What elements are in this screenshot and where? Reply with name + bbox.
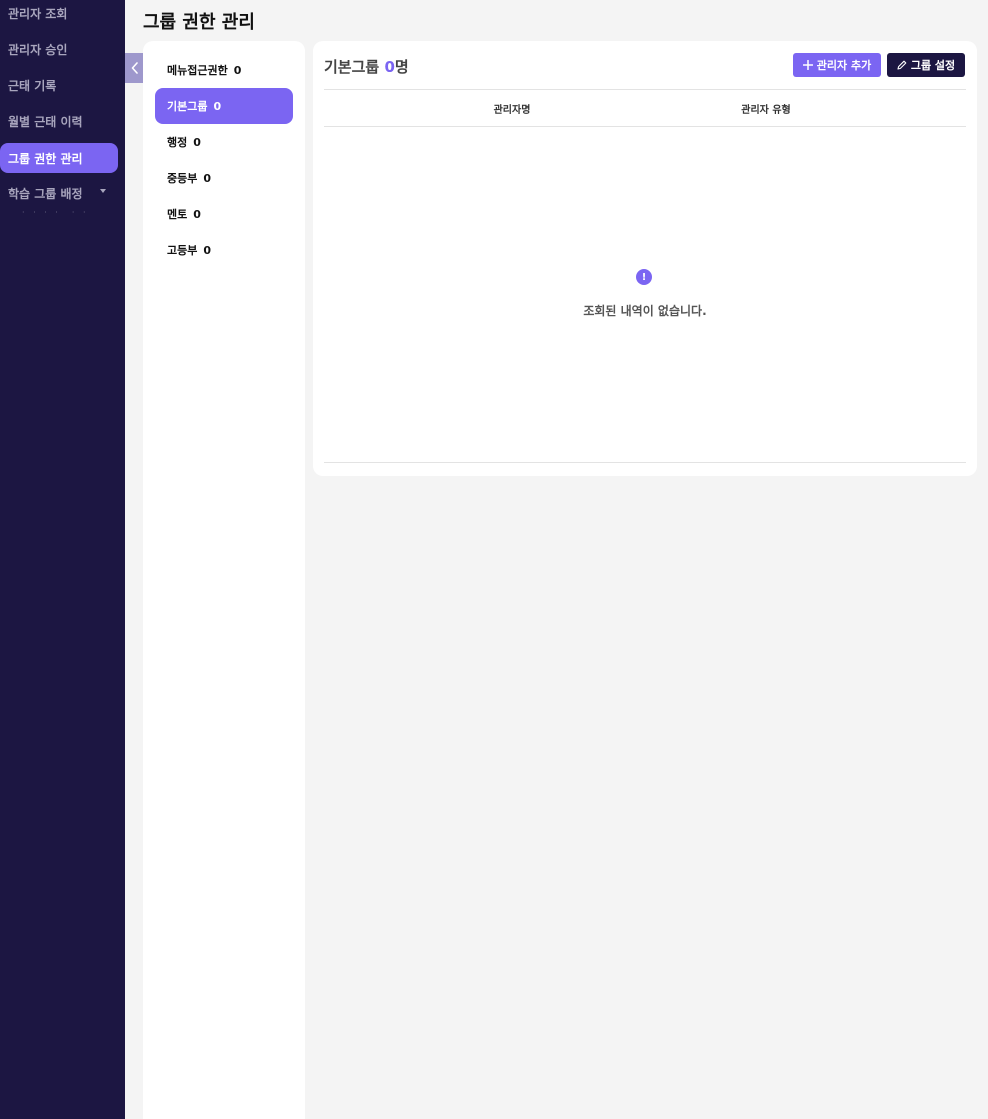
group-count: 0 [233, 63, 242, 77]
group-count: 0 [203, 171, 212, 185]
group-item-admin[interactable]: 행정 0 [155, 124, 293, 160]
group-list-panel: 메뉴접근권한 0 기본그룹 0 행정 0 중등부 0 멘토 0 고등부 0 [143, 41, 305, 1119]
group-name: 기본그룹 [167, 100, 208, 113]
group-name: 중등부 [167, 172, 198, 185]
chevron-left-icon [131, 62, 138, 74]
column-header-admin-name: 관리자명 [493, 104, 531, 116]
sidebar-item-label: 그룹 권한 관리 [8, 151, 83, 166]
sidebar-item-admin-approval[interactable]: 관리자 승인 [0, 34, 118, 64]
member-count: 0 [384, 58, 395, 76]
empty-message: 조회된 내역이 없습니다. [583, 304, 707, 318]
info-icon: ! [636, 269, 652, 285]
plus-icon [802, 60, 813, 70]
pencil-icon [897, 60, 907, 70]
group-count: 0 [203, 243, 212, 257]
sidebar-item-monthly-attendance[interactable]: 월별 근태 이력 [0, 106, 118, 136]
group-detail-title: 기본그룹 0명 [324, 56, 409, 77]
column-header-admin-type: 관리자 유형 [741, 104, 791, 116]
page-title: 그룹 권한 관리 [143, 12, 255, 33]
group-item-mentor[interactable]: 멘토 0 [155, 196, 293, 232]
sidebar-collapse-button[interactable] [125, 53, 144, 83]
group-item-default[interactable]: 기본그룹 0 [155, 88, 293, 124]
sidebar: 관리자 조회 관리자 승인 근태 기록 월별 근태 이력 그룹 권한 관리 학습… [0, 0, 125, 1119]
empty-state: ! 조회된 내역이 없습니다. [324, 128, 966, 463]
group-settings-button-label: 그룹 설정 [910, 59, 956, 72]
group-item-middle-school[interactable]: 중등부 0 [155, 160, 293, 196]
group-count: 0 [193, 207, 201, 221]
sidebar-item-label: 관리자 조회 [8, 6, 68, 21]
sidebar-item-group-permissions[interactable]: 그룹 권한 관리 [0, 143, 118, 173]
sidebar-item-admin-list[interactable]: 관리자 조회 [0, 0, 118, 28]
group-item-menu-access[interactable]: 메뉴접근권한 0 [155, 52, 293, 88]
group-count: 0 [193, 135, 201, 149]
sidebar-item-label: 월별 근태 이력 [8, 114, 83, 129]
table-header: 관리자명 관리자 유형 [324, 89, 966, 127]
group-settings-button[interactable]: 그룹 설정 [887, 53, 965, 77]
selected-group-name: 기본그룹 [324, 58, 380, 76]
group-detail-card: 기본그룹 0명 관리자 추가 그룹 설정 관리자명 관리자 유형 ! 조회된 내… [313, 41, 977, 476]
group-count: 0 [213, 99, 222, 113]
submenu-dots: · · · · · · [22, 208, 89, 217]
sidebar-item-label: 관리자 승인 [8, 42, 68, 57]
sidebar-item-study-group[interactable]: 학습 그룹 배정 [0, 178, 118, 208]
member-count-unit: 명 [394, 58, 409, 76]
sidebar-item-label: 근태 기록 [8, 78, 57, 93]
group-name: 멘토 [167, 208, 188, 221]
group-item-high-school[interactable]: 고등부 0 [155, 232, 293, 268]
group-name: 고등부 [167, 244, 198, 257]
group-name: 행정 [167, 136, 188, 149]
add-admin-button-label: 관리자 추가 [816, 59, 872, 72]
sidebar-item-attendance[interactable]: 근태 기록 [0, 70, 118, 100]
group-name: 메뉴접근권한 [167, 64, 228, 77]
sidebar-item-label: 학습 그룹 배정 [8, 186, 83, 201]
add-admin-button[interactable]: 관리자 추가 [793, 53, 881, 77]
caret-down-icon [100, 189, 106, 193]
